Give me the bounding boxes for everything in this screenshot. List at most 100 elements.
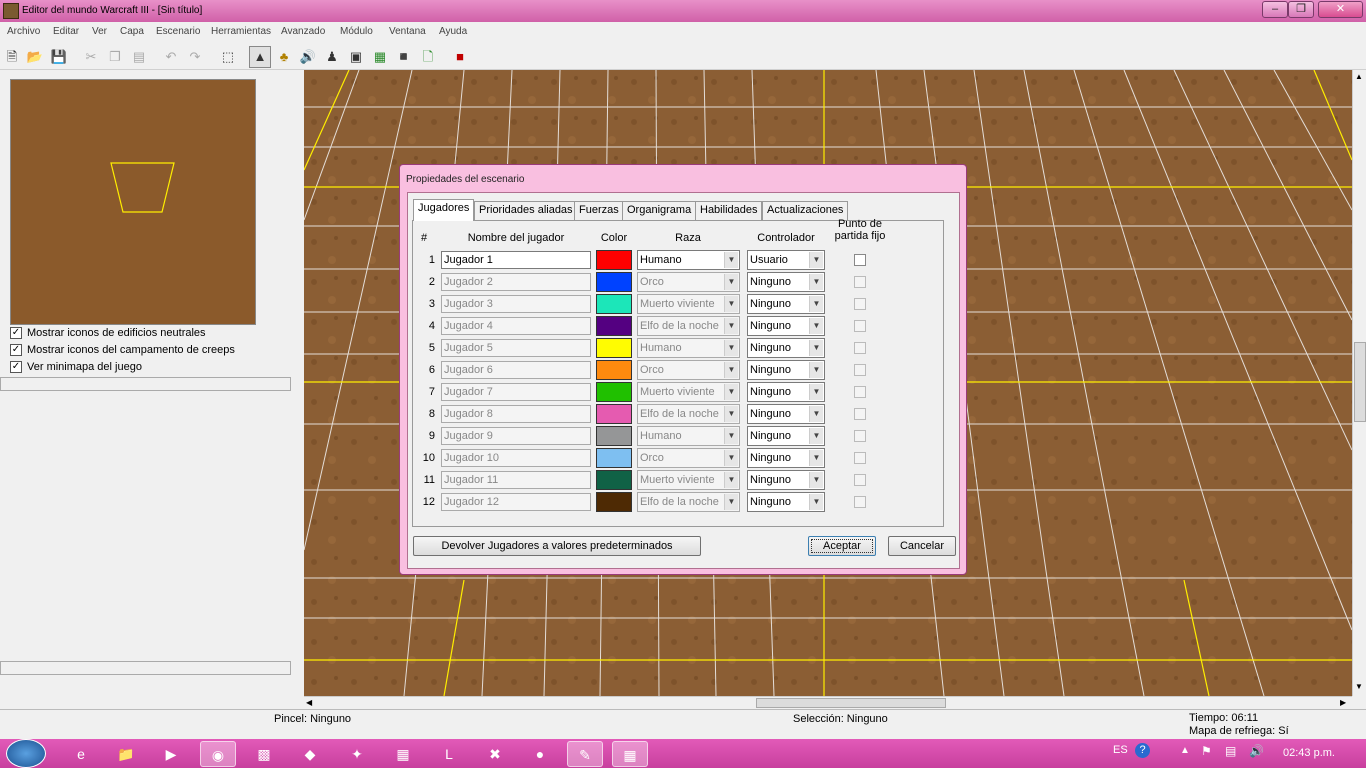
help-icon[interactable]: ? [1135,743,1150,758]
menu-avanzado[interactable]: Avanzado [281,26,325,37]
launcher-icon[interactable]: L [431,741,467,767]
scroll-right-icon[interactable]: ▶ [1340,698,1346,707]
sound-icon[interactable]: 🔊 [297,46,319,68]
fixed-start-checkbox[interactable] [854,364,866,376]
player-color-swatch[interactable] [596,448,632,468]
menu-escenario[interactable]: Escenario [156,26,200,37]
xbox-icon[interactable]: ✖ [477,741,513,767]
close-button[interactable]: ✕ [1318,1,1363,18]
fixed-start-checkbox[interactable] [854,320,866,332]
player-race-select[interactable]: Elfo de la noche ▼ [637,404,740,424]
player-controller-select[interactable]: Ninguno ▼ [747,294,825,314]
player-color-swatch[interactable] [596,360,632,380]
ok-button[interactable]: Aceptar [808,536,876,556]
chrome-icon[interactable]: ◉ [200,741,236,767]
menu-herramientas[interactable]: Herramientas [211,26,271,37]
select-icon[interactable]: ⬚ [217,46,239,68]
we-window-icon[interactable]: ▦ [612,741,648,767]
network-icon[interactable]: ▤ [1225,744,1236,758]
cancel-button[interactable]: Cancelar [888,536,956,556]
redo-icon[interactable]: ↷ [184,46,206,68]
horizontal-scrollbar[interactable]: ◀ ▶ [304,696,1352,709]
game-icon[interactable]: ● [522,741,558,767]
option-game-minimap[interactable]: ✓ Ver minimapa del juego [10,361,142,374]
player-race-select[interactable]: Elfo de la noche ▼ [637,316,740,336]
checkbox-icon[interactable]: ✓ [10,327,22,340]
tab-habilidades[interactable]: Habilidades [695,201,763,220]
player-color-swatch[interactable] [596,316,632,336]
scroll-down-icon[interactable]: ▼ [1355,682,1363,691]
player-name-field[interactable]: Jugador 11 [441,471,591,489]
minimize-button[interactable]: – [1262,1,1288,18]
player-name-field[interactable]: Jugador 4 [441,317,591,335]
checkbox-icon[interactable]: ✓ [10,344,22,357]
fixed-start-checkbox[interactable] [854,342,866,354]
player-race-select[interactable]: Elfo de la noche ▼ [637,492,740,512]
player-name-field[interactable]: Jugador 10 [441,449,591,467]
player-race-select[interactable]: Muerto viviente ▼ [637,470,740,490]
player-color-swatch[interactable] [596,492,632,512]
player-color-swatch[interactable] [596,294,632,314]
player-color-swatch[interactable] [596,272,632,292]
action-center-icon[interactable]: ⚑ [1201,744,1212,758]
player-name-field[interactable]: Jugador 3 [441,295,591,313]
clock[interactable]: 02:43 p.m. [1283,747,1335,759]
option-creep-camps[interactable]: ✓ Mostrar iconos del campamento de creeps [10,344,235,357]
player-controller-select[interactable]: Ninguno ▼ [747,426,825,446]
player-controller-select[interactable]: Ninguno ▼ [747,272,825,292]
fixed-start-checkbox[interactable] [854,474,866,486]
minimap[interactable] [10,79,256,325]
menu-ayuda[interactable]: Ayuda [439,26,467,37]
copy-icon[interactable]: ❐ [104,46,126,68]
player-race-select[interactable]: Humano ▼ [637,338,740,358]
world-editor-icon[interactable]: ✦ [339,741,375,767]
player-color-swatch[interactable] [596,470,632,490]
player-controller-select[interactable]: Ninguno ▼ [747,360,825,380]
map-tool-icon[interactable]: ▦ [385,741,421,767]
player-name-field[interactable]: Jugador 2 [441,273,591,291]
import-manager-icon[interactable]: 🗋 [417,46,439,68]
scrollbar-thumb[interactable] [756,698,946,708]
paste-icon[interactable]: ▤ [128,46,150,68]
fixed-start-checkbox[interactable] [854,430,866,442]
player-name-field[interactable]: Jugador 12 [441,493,591,511]
maximize-button[interactable]: ❐ [1288,1,1314,18]
language-indicator[interactable]: ES [1113,744,1128,756]
player-color-swatch[interactable] [596,404,632,424]
player-color-swatch[interactable] [596,338,632,358]
player-name-field[interactable]: Jugador 5 [441,339,591,357]
menu-editar[interactable]: Editar [53,26,79,37]
doodad-palette-icon[interactable]: ♣ [273,46,295,68]
menu-archivo[interactable]: Archivo [7,26,40,37]
menu-ventana[interactable]: Ventana [389,26,426,37]
save-icon[interactable]: 💾 [48,46,70,68]
player-controller-select[interactable]: Ninguno ▼ [747,448,825,468]
player-controller-select[interactable]: Ninguno ▼ [747,492,825,512]
menu-capa[interactable]: Capa [120,26,144,37]
wc3-app-icon[interactable]: ◆ [292,741,328,767]
player-controller-select[interactable]: Ninguno ▼ [747,338,825,358]
player-color-swatch[interactable] [596,250,632,270]
tab-fuerzas[interactable]: Fuerzas [574,201,624,220]
undo-icon[interactable]: ↶ [160,46,182,68]
player-race-select[interactable]: Muerto viviente ▼ [637,294,740,314]
menu-ver[interactable]: Ver [92,26,107,37]
fixed-start-checkbox[interactable] [854,298,866,310]
player-color-swatch[interactable] [596,382,632,402]
vertical-scrollbar[interactable]: ▲ ▼ [1352,70,1366,696]
region-icon[interactable]: ▣ [345,46,367,68]
fixed-start-checkbox[interactable] [854,386,866,398]
player-race-select[interactable]: Orco ▼ [637,448,740,468]
player-name-field[interactable]: Jugador 9 [441,427,591,445]
fixed-start-checkbox[interactable] [854,496,866,508]
player-race-select[interactable]: Orco ▼ [637,360,740,380]
player-color-swatch[interactable] [596,426,632,446]
tab-jugadores[interactable]: Jugadores [413,199,475,221]
scroll-left-icon[interactable]: ◀ [306,698,312,707]
tab-organigrama[interactable]: Organigrama [622,201,697,220]
window-app-icon[interactable]: ▩ [246,741,282,767]
player-controller-select[interactable]: Usuario ▼ [747,250,825,270]
cut-icon[interactable]: ✂ [80,46,102,68]
menu-modulo[interactable]: Módulo [340,26,373,37]
fixed-start-checkbox[interactable] [854,254,866,266]
